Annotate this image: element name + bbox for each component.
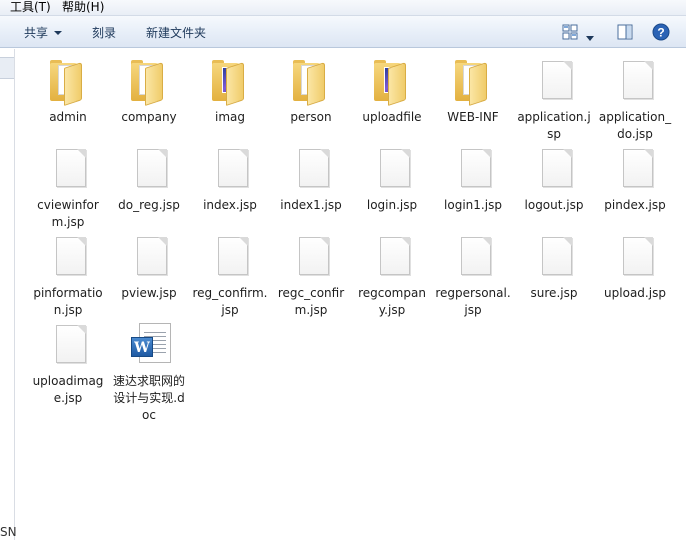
folder-icon [449,57,497,106]
share-label: 共享 [24,26,49,40]
file-item[interactable]: W 速达求职网的设计与实现.doc [109,321,189,424]
file-icon [44,321,92,369]
file-name: upload.jsp [604,286,666,300]
file-name: reg_confirm.jsp [192,286,268,317]
file-item[interactable]: uploadimage.jsp [28,321,108,407]
file-item[interactable]: upload.jsp [595,233,675,302]
file-icon [287,233,335,281]
file-item[interactable]: index.jsp [190,145,270,214]
file-item[interactable]: pinformation.jsp [28,233,108,319]
file-name: pview.jsp [121,286,177,300]
file-icon [368,233,416,281]
file-name: application_do.jsp [598,110,672,141]
file-name: regpersonal.jsp [435,286,511,317]
navigation-pane[interactable]: SN [0,49,17,540]
file-icon [287,145,335,193]
menu-help[interactable]: 帮助(H) [62,0,104,15]
file-item[interactable]: uploadfile [352,57,432,126]
new-folder-button[interactable]: 新建文件夹 [146,24,206,41]
file-name: application.jsp [517,110,591,141]
menu-bar: 工具(T) 帮助(H) [0,0,686,16]
navigation-truncated-label: SN [0,525,17,539]
word-document-icon: W [125,321,173,369]
file-item[interactable]: application.jsp [514,57,594,143]
folder-icon [44,57,92,106]
file-name: 速达求职网的设计与实现.doc [112,374,185,422]
file-item[interactable]: imag [190,57,270,126]
file-name: index1.jsp [280,198,342,212]
file-name: company [121,110,177,124]
file-item[interactable]: application_do.jsp [595,57,675,143]
file-icon [125,233,173,281]
file-name: cviewinform.jsp [37,198,99,229]
folder-icon [287,57,335,106]
file-name: person [290,110,332,124]
file-name: sure.jsp [530,286,578,300]
file-name: uploadimage.jsp [32,374,104,405]
file-item[interactable]: pindex.jsp [595,145,675,214]
file-name: login.jsp [366,198,418,212]
word-badge: W [131,337,153,357]
share-button[interactable]: 共享 [24,24,63,41]
file-item[interactable]: person [271,57,351,126]
navigation-selected-item[interactable] [0,57,14,79]
command-bar: 共享 刻录 新建文件夹 ? [0,16,686,48]
file-icon [206,145,254,193]
file-item[interactable]: login.jsp [352,145,432,214]
chevron-down-icon [54,30,63,35]
file-name: admin [49,110,87,124]
file-item[interactable]: login1.jsp [433,145,513,214]
file-icon [611,233,659,281]
burn-button[interactable]: 刻录 [92,24,116,41]
folder-icon [206,57,254,106]
file-item[interactable]: company [109,57,189,126]
folder-icon [125,57,173,106]
file-item[interactable]: admin [28,57,108,126]
file-icon [530,57,578,105]
file-icon [44,233,92,281]
menu-tools[interactable]: 工具(T) [10,0,51,15]
file-item[interactable]: pview.jsp [109,233,189,302]
file-name: regc_confirm.jsp [277,286,345,317]
file-name: uploadfile [362,110,422,124]
help-icon[interactable]: ? [652,23,670,44]
file-name: do_reg.jsp [118,198,180,212]
file-icon [530,145,578,193]
file-item[interactable]: WEB-INF [433,57,513,126]
file-name: login1.jsp [444,198,502,212]
file-item[interactable]: regpersonal.jsp [433,233,513,319]
file-icon [449,233,497,281]
file-name: regcompany.jsp [358,286,426,317]
folder-icon [368,57,416,106]
file-name: pindex.jsp [604,198,666,212]
view-options-icon[interactable] [562,24,578,43]
file-name: logout.jsp [524,198,584,212]
file-icon [368,145,416,193]
file-icon [611,145,659,193]
file-icon [611,57,659,105]
file-icon [44,145,92,193]
file-item[interactable]: regc_confirm.jsp [271,233,351,319]
file-name: index.jsp [203,198,257,212]
file-name: pinformation.jsp [33,286,103,317]
file-item[interactable]: logout.jsp [514,145,594,214]
file-item[interactable]: index1.jsp [271,145,351,214]
file-item[interactable]: cviewinform.jsp [28,145,108,231]
file-item[interactable]: reg_confirm.jsp [190,233,270,319]
file-icon [449,145,497,193]
file-icon [206,233,254,281]
file-icon [530,233,578,281]
file-name: WEB-INF [447,110,499,124]
dropdown-arrow-icon[interactable] [586,30,594,44]
file-name: imag [215,110,245,124]
file-item[interactable]: do_reg.jsp [109,145,189,214]
file-list: admin company imag person uploadfile WEB-INF a… [16,49,686,540]
file-item[interactable]: sure.jsp [514,233,594,302]
svg-text:?: ? [657,26,664,40]
file-item[interactable]: regcompany.jsp [352,233,432,319]
preview-pane-icon[interactable] [617,24,633,43]
file-icon [125,145,173,193]
